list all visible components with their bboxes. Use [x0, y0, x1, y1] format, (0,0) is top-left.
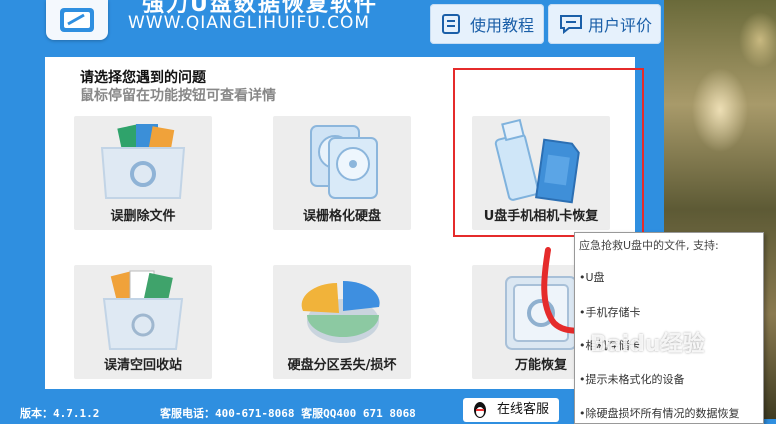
chat-bubble-icon	[560, 15, 582, 34]
tile-label: 误删除文件	[110, 209, 176, 224]
tile-recycle-bin[interactable]: 误清空回收站	[74, 265, 212, 379]
panel-heading: 请选择您遇到的问题	[80, 70, 206, 86]
panel-subheading: 鼠标停留在功能按钮可查看详情	[80, 88, 276, 104]
formatted-disk-icon	[310, 125, 378, 199]
tutorial-button[interactable]: 使用教程	[430, 4, 544, 44]
recycle-bin-icon	[102, 270, 184, 350]
tooltip-item: •手机存储卡	[579, 306, 641, 319]
tile-label: 误清空回收站	[103, 358, 182, 373]
tutorial-label: 使用教程	[470, 16, 535, 35]
tooltip-item: •U盘	[579, 271, 605, 284]
online-service-button[interactable]: 在线客服	[463, 398, 559, 422]
version-text: 版本：4.7.1.2	[20, 407, 100, 420]
tile-formatted-disk[interactable]: 误栅格化硬盘	[273, 116, 411, 230]
user-review-button[interactable]: 用户评价	[548, 4, 661, 44]
qq-penguin-icon	[474, 402, 486, 418]
tooltip-title: 应急抢救U盘中的文件, 支持:	[579, 239, 719, 252]
document-icon	[442, 14, 460, 34]
tile-partition-lost[interactable]: 硬盘分区丢失/损坏	[273, 265, 411, 379]
tile-deleted-files[interactable]: 误删除文件	[74, 116, 212, 230]
review-label: 用户评价	[588, 16, 653, 35]
watermark: Baidu经验	[590, 332, 705, 357]
partition-pie-icon	[301, 280, 380, 343]
tile-label: 误栅格化硬盘	[302, 209, 381, 224]
app-logo	[46, 0, 108, 40]
deleted-files-icon	[100, 124, 186, 199]
app-url: WWW.QIANGLIHUIFU.COM	[128, 13, 371, 33]
tile-label: 硬盘分区丢失/损坏	[287, 358, 397, 373]
annotation-highlight-box	[453, 68, 644, 237]
tooltip-item: •提示未格式化的设备	[579, 373, 685, 386]
online-service-label: 在线客服	[497, 402, 550, 417]
hard-drive-logo-icon	[60, 8, 94, 32]
